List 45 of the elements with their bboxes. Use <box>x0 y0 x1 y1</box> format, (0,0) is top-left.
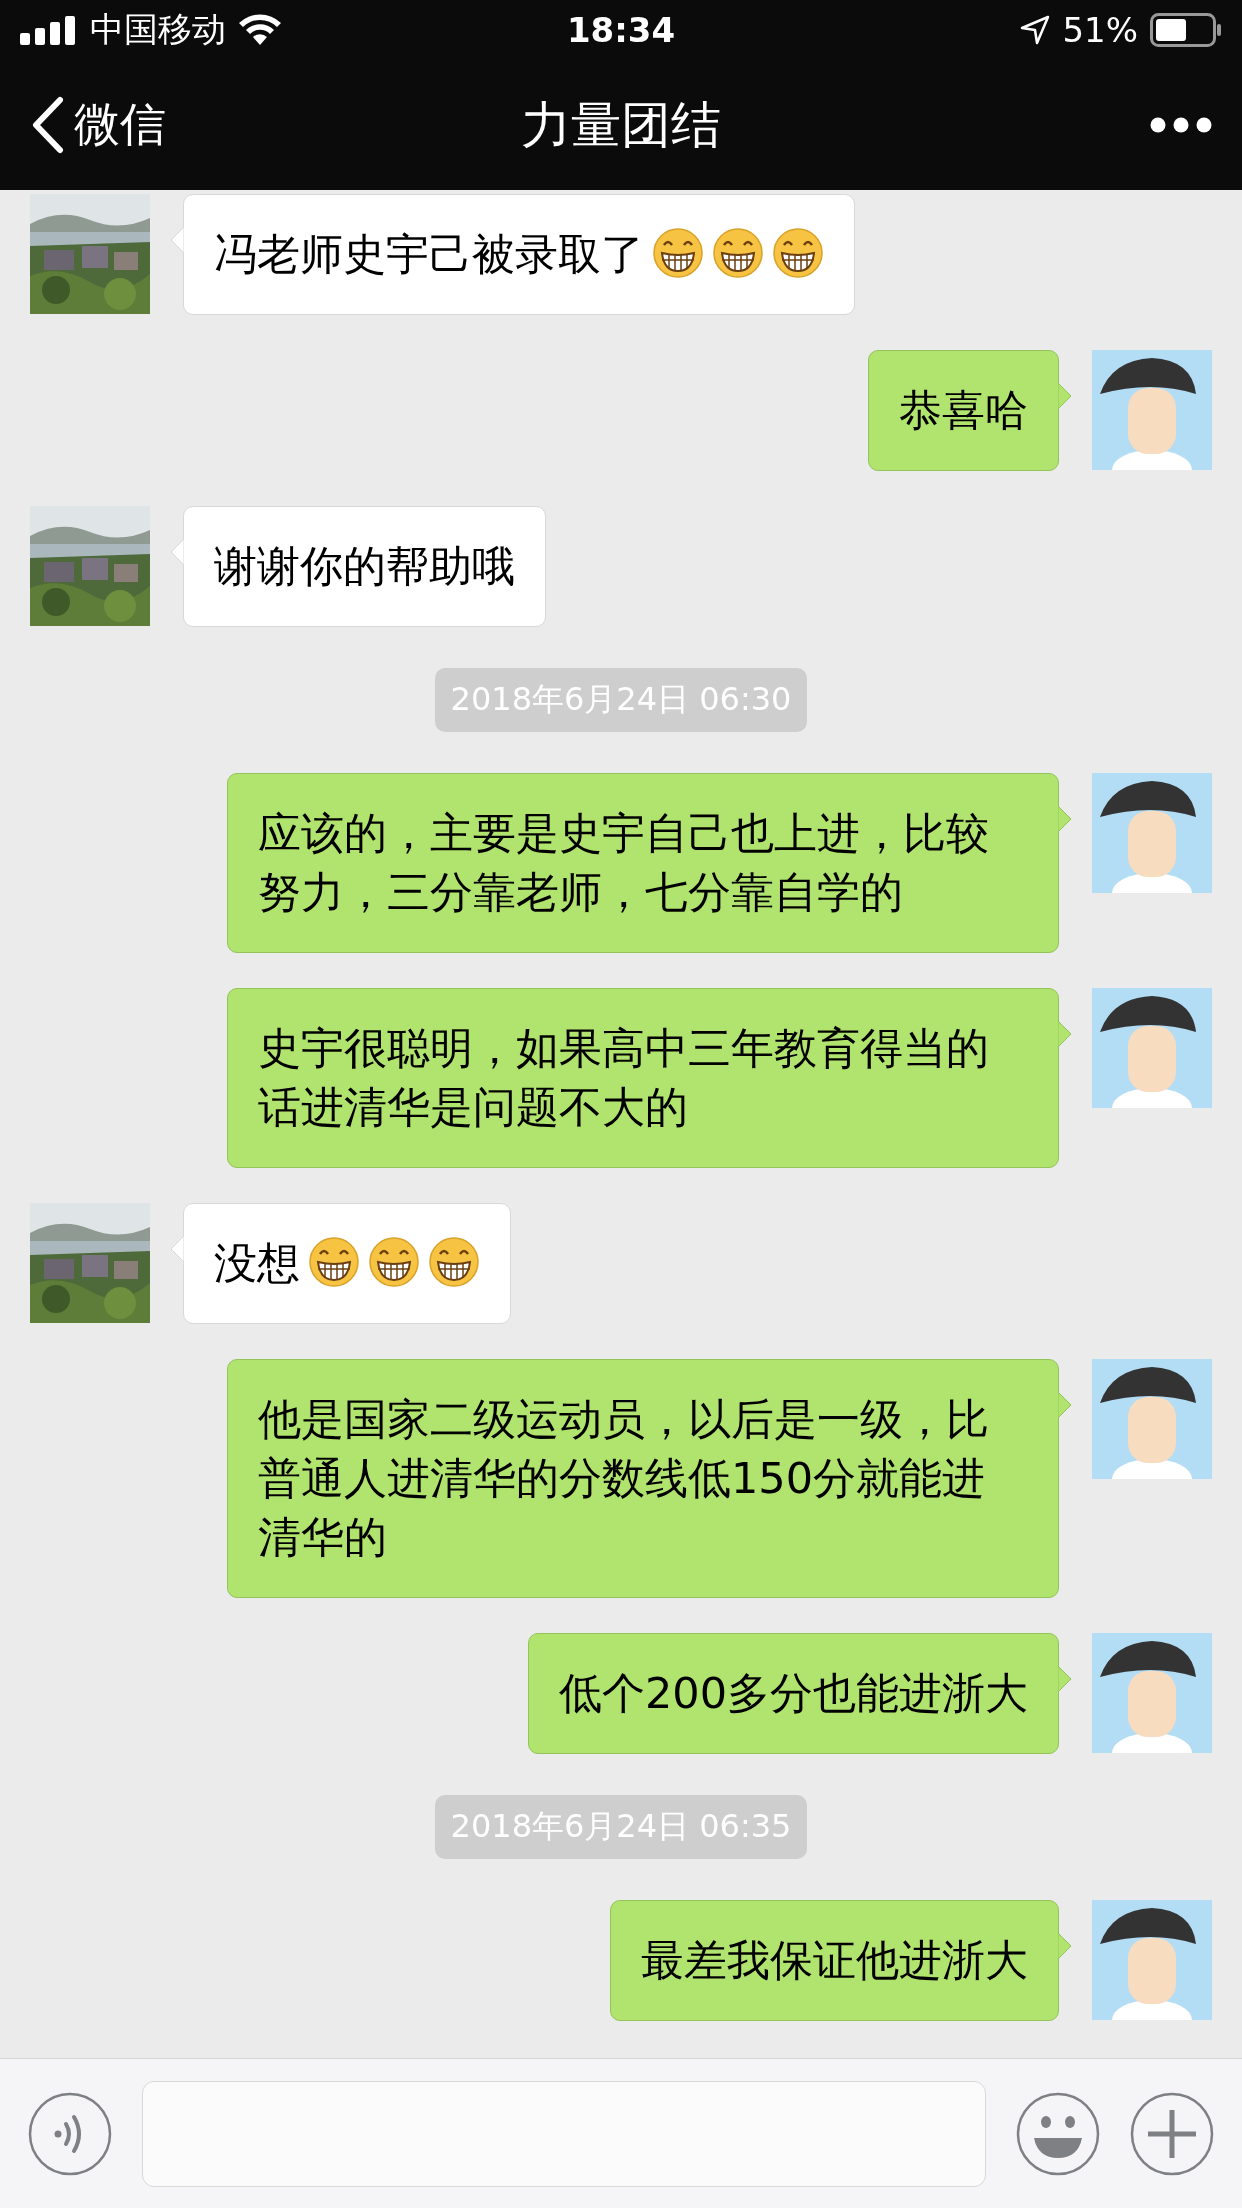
voice-icon[interactable] <box>28 2091 112 2176</box>
back-chevron-icon <box>30 96 64 154</box>
message-bubble: 最差我保证他进浙大 <box>610 1900 1059 2021</box>
avatar-icon <box>1092 988 1212 1108</box>
grinning-face-icon <box>712 227 764 279</box>
avatar-icon <box>1092 1900 1212 2020</box>
clock-time: 18:34 <box>566 10 676 50</box>
bubble-tail <box>1058 1020 1072 1048</box>
back-button[interactable]: 微信 <box>30 94 166 156</box>
bubble-tail <box>170 226 184 254</box>
bubble-tail <box>1058 382 1072 410</box>
emoji-icon[interactable] <box>1016 2091 1100 2176</box>
message-bubble: 他是国家二级运动员，以后是一级，比普通人进清华的分数线低150分就能进清华的 <box>227 1359 1059 1598</box>
message-bubble: 冯老师史宇己被录取了 <box>183 194 855 315</box>
grinning-face-icon <box>308 1236 360 1288</box>
wifi-icon <box>238 14 282 46</box>
message-bubble: 史宇很聪明，如果高中三年教育得当的话进清华是问题不大的 <box>227 988 1059 1168</box>
message-bubble: 恭喜哈 <box>868 350 1059 471</box>
carrier-name: 中国移动 <box>90 8 226 51</box>
avatar-icon <box>1092 350 1212 470</box>
grinning-face-icon <box>428 1236 480 1288</box>
bubble-tail <box>1058 805 1072 833</box>
location-arrow-icon <box>1020 15 1051 45</box>
avatar-icon <box>1092 773 1212 893</box>
bubble-tail <box>170 538 184 566</box>
message-bubble: 没想 <box>183 1203 511 1324</box>
bubble-tail <box>1058 1391 1072 1419</box>
grinning-face-icon <box>368 1236 420 1288</box>
message-bubble: 谢谢你的帮助哦 <box>183 506 546 627</box>
battery-icon <box>1150 13 1222 47</box>
chat-title: 力量团结 <box>521 94 721 156</box>
message-bubble: 应该的，主要是史宇自己也上进，比较努力，三分靠老师，七分靠自学的 <box>227 773 1059 953</box>
avatar-icon <box>1092 1633 1212 1753</box>
avatar-icon <box>1092 1359 1212 1479</box>
signal-icon <box>20 15 78 45</box>
more-icon[interactable] <box>1150 117 1212 133</box>
grinning-face-icon <box>652 227 704 279</box>
bubble-tail <box>1058 1932 1072 1960</box>
battery-percent: 51% <box>1062 10 1138 50</box>
plus-icon[interactable] <box>1130 2091 1214 2176</box>
grinning-face-icon <box>772 227 824 279</box>
bubble-tail <box>1058 1665 1072 1693</box>
message-input[interactable] <box>142 2080 986 2187</box>
bubble-tail <box>170 1235 184 1263</box>
message-bubble: 低个200多分也能进浙大 <box>527 1633 1059 1754</box>
